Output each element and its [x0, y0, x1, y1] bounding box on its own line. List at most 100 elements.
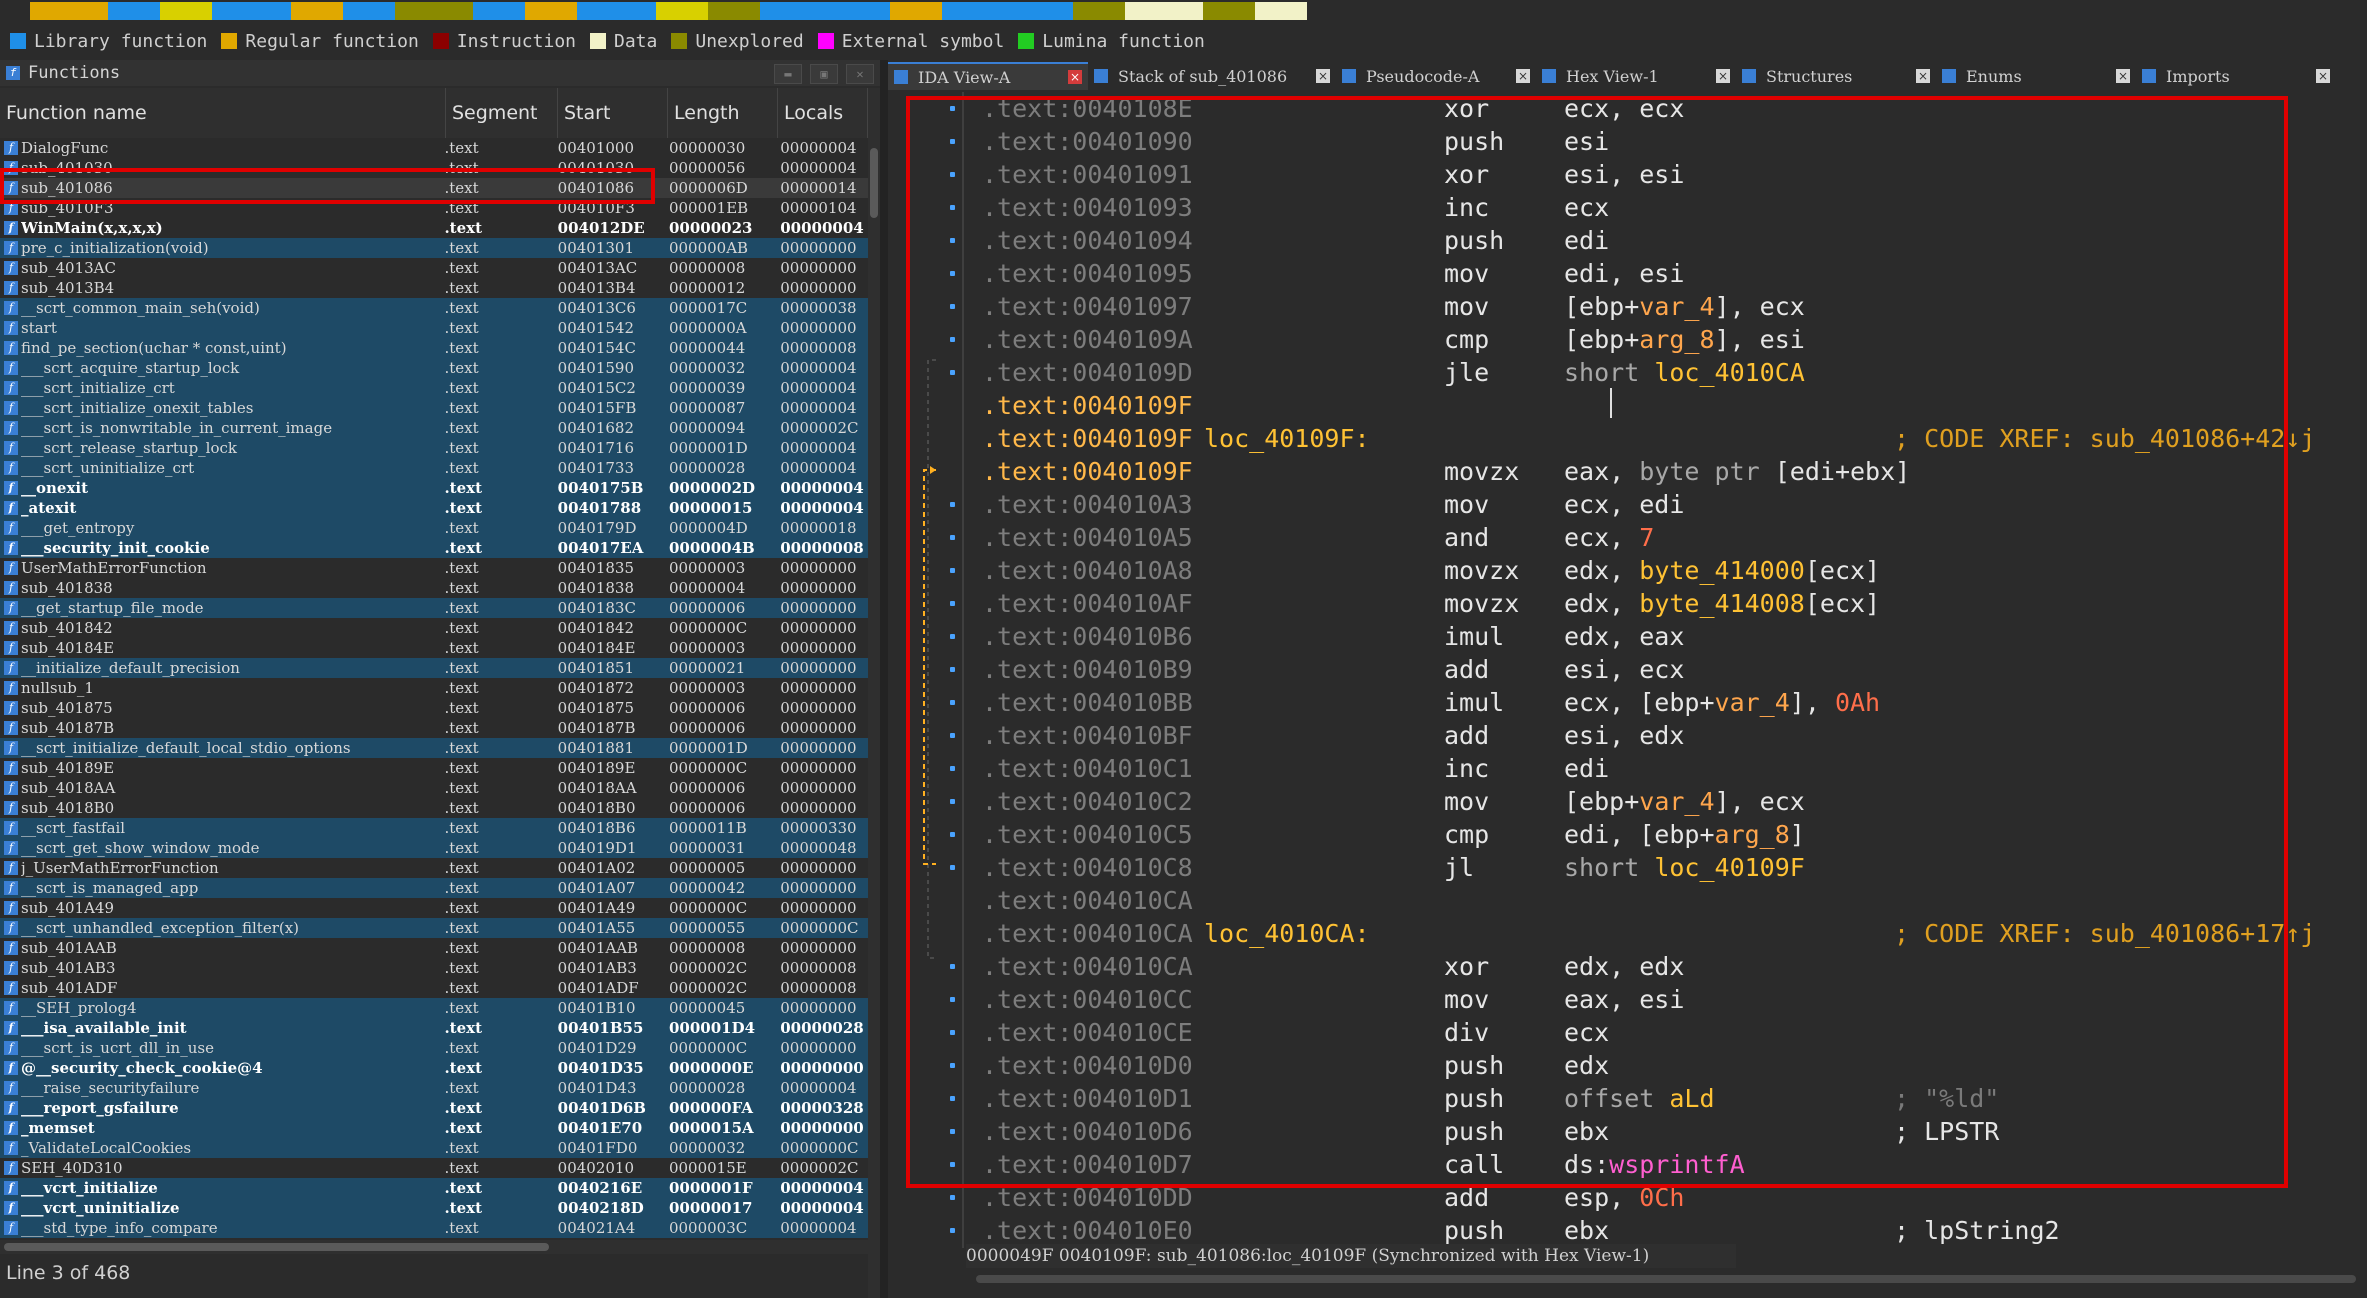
- navigation-band-strip[interactable]: [30, 2, 2351, 20]
- disasm-operands[interactable]: edx: [1564, 1049, 1609, 1082]
- disasm-operands[interactable]: eax, byte ptr [edi+ebx]: [1564, 455, 1910, 488]
- disasm-line[interactable]: .text:004010DD add esp, 0Ch: [982, 1181, 2362, 1214]
- disasm-operands[interactable]: esi, esi: [1564, 158, 1684, 191]
- function-row[interactable]: f ___get_entropy .text 0040179D 0000004D 0000…: [0, 518, 868, 538]
- function-row[interactable]: f ___scrt_uninitialize_crt .text 00401733 00…: [0, 458, 868, 478]
- disasm-line[interactable]: .text:00401090 push esi: [982, 125, 2362, 158]
- tab-close-icon[interactable]: ×: [1916, 69, 1930, 83]
- disasm-operands[interactable]: short loc_4010CA: [1564, 356, 1805, 389]
- scrollbar-thumb[interactable]: [4, 1243, 549, 1251]
- nav-segment[interactable]: [473, 2, 526, 20]
- column-header-locals[interactable]: Locals: [778, 88, 868, 138]
- tab-close-icon[interactable]: ×: [2316, 69, 2330, 83]
- disasm-operands[interactable]: edi, esi: [1564, 257, 1684, 290]
- function-row[interactable]: f sub_4018AA .text 004018AA 00000006 00000000: [0, 778, 868, 798]
- disasm-line[interactable]: .text:004010B9 add esi, ecx: [982, 653, 2362, 686]
- disasm-operands[interactable]: esi, edx: [1564, 719, 1684, 752]
- function-row[interactable]: f sub_401AB3 .text 00401AB3 0000002C 00000008: [0, 958, 868, 978]
- function-row[interactable]: f sub_4018B0 .text 004018B0 00000006 00000000: [0, 798, 868, 818]
- disasm-line[interactable]: .text:00401094 push edi: [982, 224, 2362, 257]
- disasm-line[interactable]: .text:004010A3 mov ecx, edi: [982, 488, 2362, 521]
- function-row[interactable]: f __scrt_common_main_seh(void) .text 004013…: [0, 298, 868, 318]
- disasm-label[interactable]: loc_4010CA:: [1204, 917, 1370, 950]
- breakpoint-dot[interactable]: [950, 568, 955, 573]
- breakpoint-dot[interactable]: [950, 337, 955, 342]
- disasm-line[interactable]: .text:0040109D jle short loc_4010CA: [982, 356, 2362, 389]
- function-row[interactable]: f sub_4013B4 .text 004013B4 00000012 00000000: [0, 278, 868, 298]
- disasm-line[interactable]: .text:00401097 mov [ebp+var_4], ecx: [982, 290, 2362, 323]
- function-row[interactable]: f UserMathErrorFunction .text 00401835 00000…: [0, 558, 868, 578]
- function-row[interactable]: f ___vcrt_uninitialize .text 0040218D 000000…: [0, 1198, 868, 1218]
- disasm-line[interactable]: .text:004010B6 imul edx, eax: [982, 620, 2362, 653]
- functions-vertical-scrollbar[interactable]: [868, 88, 880, 1298]
- disasm-operands[interactable]: esi: [1564, 125, 1609, 158]
- function-row[interactable]: f sub_40189E .text 0040189E 0000000C 00000000: [0, 758, 868, 778]
- breakpoint-dot[interactable]: [950, 667, 955, 672]
- function-row[interactable]: f __scrt_fastfail .text 004018B6 0000011B 000…: [0, 818, 868, 838]
- function-row[interactable]: f ___scrt_initialize_crt .text 004015C2 0000…: [0, 378, 868, 398]
- function-row[interactable]: f pre_c_initialization(void) .text 00401301…: [0, 238, 868, 258]
- disasm-line[interactable]: .text:004010D7 call ds:wsprintfA: [982, 1148, 2362, 1181]
- column-header-start[interactable]: Start: [558, 88, 668, 138]
- breakpoint-dot[interactable]: [950, 535, 955, 540]
- disasm-line[interactable]: .text:004010D6 push ebx ; LPSTR: [982, 1115, 2362, 1148]
- breakpoint-dot[interactable]: [950, 733, 955, 738]
- function-row[interactable]: f ___scrt_release_startup_lock .text 004017…: [0, 438, 868, 458]
- column-header-length[interactable]: Length: [668, 88, 778, 138]
- nav-segment[interactable]: [30, 2, 109, 20]
- breakpoint-dot[interactable]: [950, 766, 955, 771]
- breakpoint-dot[interactable]: [950, 865, 955, 870]
- nav-segment[interactable]: [212, 2, 291, 20]
- disasm-operands[interactable]: offset aLd: [1564, 1082, 1715, 1115]
- function-row[interactable]: f _ValidateLocalCookies .text 00401FD0 00000…: [0, 1138, 868, 1158]
- disasm-operands[interactable]: ecx, ecx: [1564, 92, 1684, 125]
- breakpoint-dot[interactable]: [950, 1228, 955, 1233]
- breakpoint-dot[interactable]: [950, 997, 955, 1002]
- function-row[interactable]: f SEH_40D310 .text 00402010 0000015E 0000002C: [0, 1158, 868, 1178]
- breakpoint-dot[interactable]: [950, 700, 955, 705]
- breakpoint-dot[interactable]: [950, 1063, 955, 1068]
- nav-segment[interactable]: [1124, 2, 1204, 20]
- disasm-operands[interactable]: ecx: [1564, 1016, 1609, 1049]
- function-row[interactable]: f ___security_init_cookie .text 004017EA 000…: [0, 538, 868, 558]
- nav-segment[interactable]: [160, 2, 213, 20]
- disasm-line[interactable]: .text:00401091 xor esi, esi: [982, 158, 2362, 191]
- nav-segment[interactable]: [942, 2, 1021, 20]
- tab-close-icon[interactable]: ×: [1716, 69, 1730, 83]
- nav-segment[interactable]: [108, 2, 161, 20]
- tab-hex-view-1[interactable]: Hex View-1 ×: [1536, 62, 1736, 90]
- functions-horizontal-scrollbar[interactable]: [0, 1240, 868, 1254]
- disasm-line[interactable]: .text:004010C1 inc edi: [982, 752, 2362, 785]
- breakpoint-dot[interactable]: [950, 1096, 955, 1101]
- function-row[interactable]: f nullsub_1 .text 00401872 00000003 00000000: [0, 678, 868, 698]
- disasm-line[interactable]: .text:004010CA xor edx, edx: [982, 950, 2362, 983]
- disasm-line[interactable]: .text:0040109A cmp [ebp+arg_8], esi: [982, 323, 2362, 356]
- function-row[interactable]: f __initialize_default_precision .text 0040…: [0, 658, 868, 678]
- disasm-operands[interactable]: ebx: [1564, 1214, 1609, 1247]
- disasm-operands[interactable]: ebx: [1564, 1115, 1609, 1148]
- function-row[interactable]: f __SEH_prolog4 .text 00401B10 00000045 00000…: [0, 998, 868, 1018]
- disasm-line[interactable]: .text:0040109F: [982, 389, 2362, 422]
- breakpoint-dot[interactable]: [950, 139, 955, 144]
- disasm-line[interactable]: .text:004010D1 push offset aLd ; "%ld": [982, 1082, 2362, 1115]
- disasm-line[interactable]: .text:00401093 inc ecx: [982, 191, 2362, 224]
- tab-stack-of-sub-401086[interactable]: Stack of sub_401086 ×: [1088, 62, 1336, 90]
- tab-pseudocode-a[interactable]: Pseudocode-A ×: [1336, 62, 1536, 90]
- nav-segment[interactable]: [655, 2, 708, 20]
- breakpoint-dot[interactable]: [950, 205, 955, 210]
- function-row[interactable]: f sub_4013AC .text 004013AC 00000008 00000000: [0, 258, 868, 278]
- breakpoint-dot[interactable]: [950, 172, 955, 177]
- function-row[interactable]: f find_pe_section(uchar * const,uint) .tex…: [0, 338, 868, 358]
- disasm-line[interactable]: .text:00401095 mov edi, esi: [982, 257, 2362, 290]
- disasm-operands[interactable]: [ebp+arg_8], esi: [1564, 323, 1805, 356]
- function-row[interactable]: f sub_401086 .text 00401086 0000006D 00000014: [0, 178, 868, 198]
- disasm-operands[interactable]: esp, 0Ch: [1564, 1181, 1684, 1214]
- disasm-line[interactable]: .text:004010C5 cmp edi, [ebp+arg_8]: [982, 818, 2362, 851]
- breakpoint-dot[interactable]: [950, 601, 955, 606]
- disasm-line[interactable]: .text:004010CE div ecx: [982, 1016, 2362, 1049]
- scrollbar-thumb[interactable]: [976, 1275, 2356, 1283]
- function-row[interactable]: f ___raise_securityfailure .text 00401D43 00…: [0, 1078, 868, 1098]
- function-row[interactable]: f ___isa_available_init .text 00401B55 00000…: [0, 1018, 868, 1038]
- scrollbar-thumb[interactable]: [870, 148, 878, 218]
- disasm-line[interactable]: .text:0040108E xor ecx, ecx: [982, 92, 2362, 125]
